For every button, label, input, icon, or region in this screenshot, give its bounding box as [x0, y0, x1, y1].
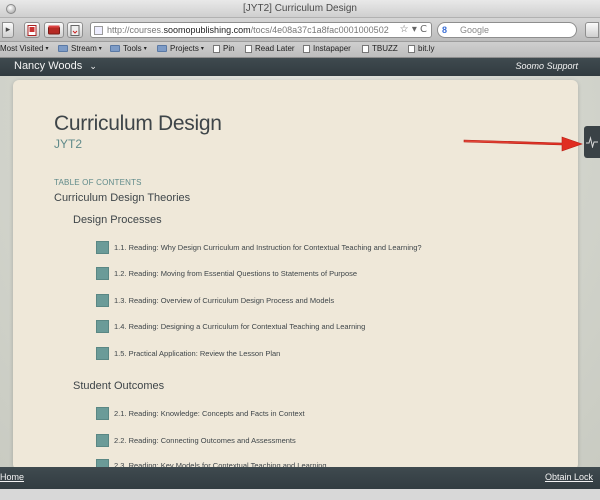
- course-code: JYT2: [54, 137, 83, 151]
- page-icon: [213, 44, 220, 53]
- bookmark-tools[interactable]: Tools ▾: [110, 44, 147, 53]
- page-icon: [245, 44, 252, 53]
- toc-section-title: Curriculum Design Theories: [54, 192, 191, 204]
- bookmark-page-icon: [27, 25, 37, 36]
- toc-item[interactable]: 1.1. Reading: Why Design Curriculum and …: [96, 241, 422, 254]
- toc-subsection-title: Student Outcomes: [73, 380, 165, 392]
- page-icon: [408, 44, 415, 53]
- toc-subsection-title: Design Processes: [73, 214, 162, 226]
- library-button[interactable]: [44, 22, 64, 38]
- bookmark-label: TBUZZ: [372, 44, 398, 53]
- toc-item-label: 1.3. Reading: Overview of Curriculum Des…: [114, 296, 335, 305]
- toc-item-label: 1.2. Reading: Moving from Essential Ques…: [114, 269, 358, 278]
- page-title: Curriculum Design: [54, 112, 222, 135]
- reading-marker-icon: [96, 320, 109, 333]
- window-titlebar: [JYT2] Curriculum Design: [0, 0, 600, 18]
- home-toolbar-button[interactable]: [24, 22, 40, 38]
- url-star-reload-icon[interactable]: ☆ ▾ C: [400, 24, 427, 35]
- reading-marker-icon: [96, 347, 109, 360]
- reading-marker-icon: [96, 267, 109, 280]
- navigation-toolbar: ▸ http://courses.soomopublishing.com/toc…: [0, 18, 600, 42]
- toc-item-label: 1.4. Reading: Designing a Curriculum for…: [114, 322, 366, 331]
- search-placeholder: Google: [460, 25, 490, 35]
- toc-item-label: 2.2. Reading: Connecting Outcomes and As…: [114, 436, 296, 445]
- bookmark-most-visited[interactable]: Most Visited ▾: [0, 44, 48, 53]
- user-name: Nancy Woods: [14, 60, 83, 72]
- toc-item[interactable]: 2.1. Reading: Knowledge: Concepts and Fa…: [96, 407, 305, 420]
- folder-icon: [58, 45, 68, 52]
- bookmark-pin[interactable]: Pin: [213, 44, 235, 53]
- chevron-down-icon: ▾: [200, 46, 204, 52]
- bookmark-label: Pin: [223, 44, 235, 53]
- activity-side-tab[interactable]: [584, 126, 600, 158]
- page-favicon-icon: [94, 26, 103, 35]
- downloads-button[interactable]: [67, 22, 83, 38]
- bookmark-projects[interactable]: Projects ▾: [157, 44, 204, 53]
- folder-icon: [110, 45, 120, 52]
- bookmark-label: Read Later: [255, 44, 295, 53]
- bookmark-label: Instapaper: [313, 44, 351, 53]
- search-input[interactable]: 8 Google: [437, 22, 577, 38]
- annotation-arrow-icon: [463, 136, 583, 152]
- toc-item-label: 1.5. Practical Application: Review the L…: [114, 349, 281, 358]
- chevron-down-icon: ▾: [45, 46, 49, 52]
- bookmarks-bar: Most Visited ▾ Stream ▾ Tools ▾ Projects ▾ P…: [0, 42, 600, 58]
- bookmark-bitly[interactable]: bit.ly: [408, 44, 434, 53]
- bookmark-label: Tools: [123, 44, 142, 53]
- bookmark-stream[interactable]: Stream ▾: [58, 44, 102, 53]
- play-icon: ▸: [5, 25, 11, 35]
- forward-button[interactable]: ▸: [2, 22, 14, 38]
- toc-item[interactable]: 1.5. Practical Application: Review the L…: [96, 347, 280, 360]
- folder-icon: [157, 45, 167, 52]
- toc-item-label: 1.1. Reading: Why Design Curriculum and …: [114, 243, 422, 252]
- bookmark-instapaper[interactable]: Instapaper: [303, 44, 351, 53]
- bookmark-read-later[interactable]: Read Later: [245, 44, 295, 53]
- obtain-lock-link[interactable]: Obtain Lock: [545, 472, 593, 482]
- chevron-down-icon: ⌄: [89, 61, 97, 71]
- url-bar[interactable]: http://courses.soomopublishing.com/tocs/…: [90, 22, 432, 38]
- chevron-down-icon: ▾: [143, 46, 147, 52]
- google-search-icon[interactable]: 8: [442, 25, 447, 35]
- toc-item[interactable]: 2.2. Reading: Connecting Outcomes and As…: [96, 434, 296, 447]
- toc-item[interactable]: 1.2. Reading: Moving from Essential Ques…: [96, 267, 357, 280]
- bookmark-tbuzz[interactable]: TBUZZ: [362, 44, 398, 53]
- window-bottom-edge: [0, 489, 600, 500]
- toolbar-overflow-button[interactable]: [585, 22, 599, 38]
- toc-heading: TABLE OF CONTENTS: [54, 178, 142, 187]
- toc-item[interactable]: 1.3. Reading: Overview of Curriculum Des…: [96, 294, 334, 307]
- page-icon: [303, 44, 310, 53]
- toc-item-label: 2.1. Reading: Knowledge: Concepts and Fa…: [114, 409, 305, 418]
- reading-marker-icon: [96, 407, 109, 420]
- reading-marker-icon: [96, 294, 109, 307]
- window-title: [JYT2] Curriculum Design: [243, 3, 357, 14]
- site-footer: Home Obtain Lock: [0, 467, 600, 489]
- page-arrow-icon: [70, 25, 80, 36]
- site-header: Nancy Woods ⌄ Soomo Support: [0, 58, 600, 76]
- support-link[interactable]: Soomo Support: [515, 61, 578, 71]
- chevron-down-icon: ▾: [98, 46, 102, 52]
- bookmark-label: bit.ly: [418, 44, 435, 53]
- reading-marker-icon: [96, 241, 109, 254]
- toc-item[interactable]: 1.4. Reading: Designing a Curriculum for…: [96, 320, 365, 333]
- user-menu[interactable]: Nancy Woods ⌄: [14, 60, 97, 72]
- books-icon: [48, 25, 60, 35]
- bookmark-label: Projects: [170, 44, 199, 53]
- pulse-icon: [586, 136, 598, 148]
- page-icon: [362, 44, 369, 53]
- bookmark-label: Stream: [71, 44, 97, 53]
- home-link[interactable]: Home: [0, 472, 24, 482]
- bookmark-label: Most Visited: [0, 44, 44, 53]
- reading-marker-icon: [96, 434, 109, 447]
- url-text: http://courses.soomopublishing.com/tocs/…: [107, 25, 389, 35]
